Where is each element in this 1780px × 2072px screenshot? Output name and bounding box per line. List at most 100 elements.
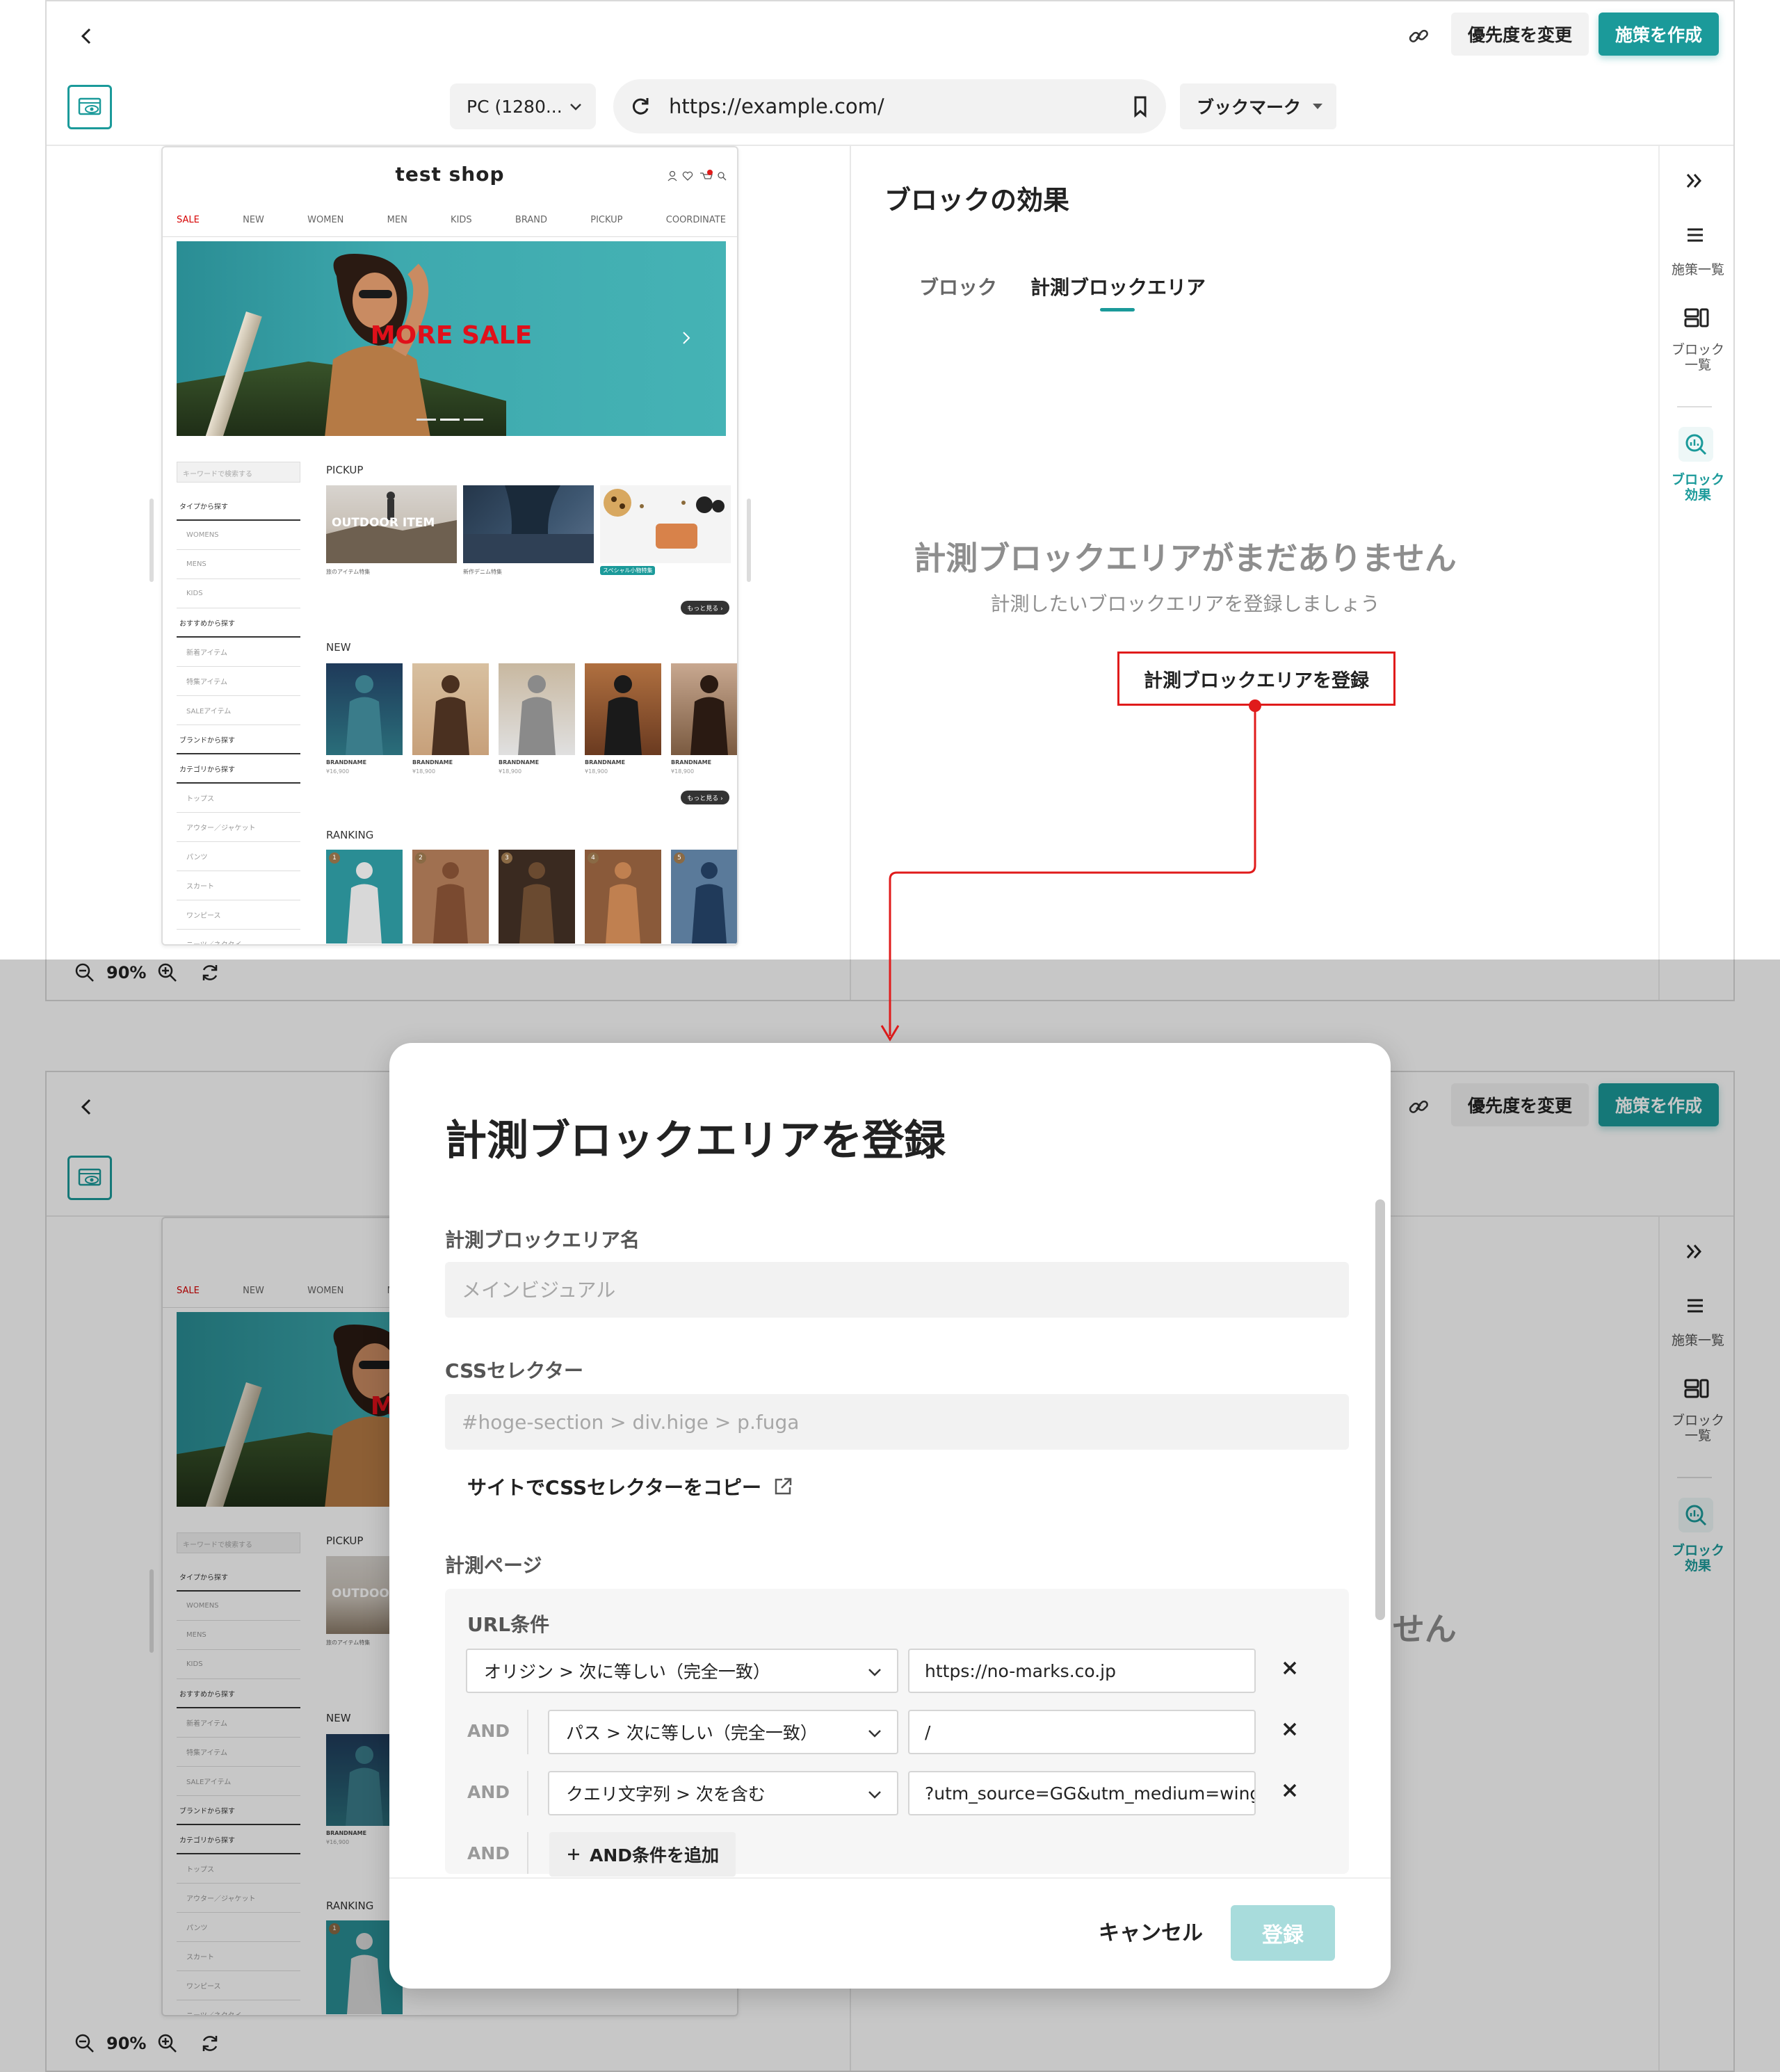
shop-sidebar-item[interactable]: パンツ — [177, 842, 300, 871]
device-select[interactable]: PC (1280... — [450, 83, 596, 129]
add-and-condition-button[interactable]: AND条件を追加 — [549, 1832, 736, 1877]
shop-nav-item[interactable]: COORDINATE — [666, 215, 726, 225]
product-brand: BRANDNAME — [585, 759, 626, 766]
rank-badge: 2 — [415, 852, 426, 864]
rail-item-block-list[interactable]: ブロック 一覧 — [1660, 342, 1733, 373]
condition-type-select-2[interactable]: パス > 次に等しい（完全一致） — [548, 1710, 898, 1754]
cancel-button[interactable]: キャンセル — [1099, 1916, 1203, 1946]
submit-button[interactable]: 登録 — [1231, 1905, 1335, 1961]
shop-sidebar-item[interactable]: 特集アイテム — [177, 667, 300, 696]
shop-sidebar-item[interactable]: ブランドから探す — [177, 725, 300, 754]
chart-search-icon — [1685, 434, 1707, 455]
pickup-banner-accessories[interactable] — [600, 485, 731, 563]
list-icon[interactable] — [1686, 227, 1704, 243]
create-campaign-button[interactable]: 施策を作成 — [1599, 13, 1720, 56]
tab-measure-area[interactable]: 計測ブロックエリア — [1030, 273, 1206, 300]
empty-state-subtitle: 計測したいブロックエリアを登録しましょう — [990, 592, 1380, 615]
css-selector-input[interactable] — [445, 1394, 1349, 1450]
pickup-banner-text: OUTDOOR ITEM — [332, 516, 435, 530]
modal-scrollbar[interactable] — [1375, 1199, 1385, 1620]
external-link-icon — [775, 1478, 792, 1495]
condition-type-select-1[interactable]: オリジン > 次に等しい（完全一致） — [466, 1649, 898, 1693]
shop-sidebar-item[interactable]: ニーツ／ネクタイ — [177, 930, 300, 944]
tab-block[interactable]: ブロック — [919, 273, 997, 300]
shop-sidebar-item[interactable]: 新着アイテム — [177, 638, 300, 667]
shop-nav-item[interactable]: MEN — [387, 215, 407, 225]
hero-next-icon[interactable] — [681, 330, 691, 346]
shop-sidebar-item[interactable]: ワンピース — [177, 900, 300, 930]
resize-handle-left[interactable] — [149, 499, 154, 582]
remove-condition-3-button[interactable] — [1281, 1780, 1298, 1804]
and-label-2: AND — [467, 1782, 510, 1802]
collapse-panel-icon[interactable] — [1684, 172, 1705, 190]
shop-nav-item[interactable]: WOMEN — [307, 215, 343, 225]
link-icon[interactable] — [1399, 17, 1438, 56]
shop-sidebar: タイプから探す WOMENS MENS KIDS おすすめから探す 新着アイテム 特集アイテ… — [177, 492, 300, 944]
rail-item-campaigns[interactable]: 施策一覧 — [1660, 262, 1733, 277]
condition-type-3: クエリ文字列 > 次を含む — [566, 1784, 766, 1804]
shop-sidebar-item[interactable]: SALEアイテム — [177, 696, 300, 725]
ranking-thumbnail[interactable] — [585, 850, 661, 944]
panel-title: ブロックの効果 — [884, 185, 1070, 216]
shop-nav-item[interactable]: BRAND — [515, 215, 547, 225]
back-icon[interactable] — [67, 17, 106, 56]
shop-sidebar-item[interactable]: タイプから探す — [177, 492, 300, 521]
hero-pagination[interactable] — [416, 419, 486, 421]
url-bar[interactable]: https://example.com/ — [613, 79, 1166, 133]
condition-value-2[interactable]: / — [908, 1710, 1256, 1754]
shop-header-icons — [668, 170, 727, 181]
shop-sidebar-item[interactable]: MENS — [177, 550, 300, 579]
shop-search[interactable]: キーワードで検索する — [177, 462, 300, 483]
site-preview[interactable]: test shop SALE NEW WOMEN MEN KIDS BRAND PICKUP… — [161, 146, 738, 946]
url-value: https://example.com/ — [669, 95, 884, 118]
hero-banner[interactable]: MORE SALE — [177, 241, 726, 436]
change-priority-button[interactable]: 優先度を変更 — [1451, 13, 1589, 56]
shop-sidebar-item[interactable]: KIDS — [177, 579, 300, 608]
css-selector-label: CSSセレクター — [445, 1359, 584, 1382]
ranking-thumbnail[interactable] — [499, 850, 575, 944]
product-thumbnail[interactable] — [499, 663, 575, 755]
shop-sidebar-item[interactable]: アウター／ジャケット — [177, 813, 300, 842]
product-brand: BRANDNAME — [412, 759, 453, 766]
shop-nav-item[interactable]: KIDS — [451, 215, 472, 225]
resize-handle-right[interactable] — [747, 499, 751, 582]
device-select-value: PC (1280... — [467, 96, 563, 117]
blocks-icon[interactable] — [1684, 307, 1709, 328]
bookmark-dropdown[interactable]: ブックマーク — [1180, 83, 1336, 129]
rail-item-block-effect[interactable]: ブロック 効果 — [1660, 472, 1733, 503]
overlay-dim-top — [0, 960, 1780, 1003]
copy-css-selector-link[interactable]: サイトでCSSセレクターをコピー — [467, 1473, 793, 1500]
area-name-input[interactable] — [445, 1262, 1349, 1318]
preview-toggle-button[interactable] — [67, 85, 112, 129]
close-icon — [1283, 1661, 1297, 1675]
shop-nav-item[interactable]: PICKUP — [590, 215, 622, 225]
pickup-banner-outdoor[interactable]: OUTDOOR ITEM — [326, 485, 457, 563]
ranking-thumbnail[interactable] — [326, 850, 403, 944]
condition-value-1[interactable]: https://no-marks.co.jp — [908, 1649, 1256, 1693]
product-thumbnail[interactable] — [585, 663, 661, 755]
condition-value-3[interactable]: ?utm_source=GG&utm_medium=wing... — [908, 1771, 1256, 1815]
reload-icon[interactable] — [629, 95, 652, 118]
product-thumbnail[interactable] — [671, 663, 737, 755]
remove-condition-1-button[interactable] — [1281, 1658, 1298, 1682]
pickup-more-button[interactable]: もっと見る › — [681, 601, 729, 615]
remove-condition-2-button[interactable] — [1281, 1719, 1298, 1743]
ranking-thumbnail[interactable] — [671, 850, 737, 944]
bookmark-icon[interactable] — [1130, 95, 1151, 118]
shop-nav-item[interactable]: NEW — [243, 215, 264, 225]
pickup-banner-denim[interactable] — [463, 485, 594, 563]
shop-sidebar-item[interactable]: WOMENS — [177, 521, 300, 550]
modal-footer-divider — [389, 1877, 1391, 1879]
shop-nav-item[interactable]: SALE — [177, 215, 200, 225]
new-more-button[interactable]: もっと見る › — [681, 791, 729, 804]
product-thumbnail[interactable] — [326, 663, 403, 755]
close-icon — [1283, 1783, 1297, 1797]
register-measure-area-button[interactable]: 計測ブロックエリアを登録 — [1117, 651, 1395, 706]
shop-sidebar-item[interactable]: カテゴリから探す — [177, 754, 300, 784]
condition-type-select-3[interactable]: クエリ文字列 > 次を含む — [548, 1771, 898, 1815]
ranking-thumbnail[interactable] — [412, 850, 489, 944]
product-thumbnail[interactable] — [412, 663, 489, 755]
shop-sidebar-item[interactable]: スカート — [177, 871, 300, 900]
shop-sidebar-item[interactable]: トップス — [177, 784, 300, 813]
shop-sidebar-item[interactable]: おすすめから探す — [177, 608, 300, 638]
